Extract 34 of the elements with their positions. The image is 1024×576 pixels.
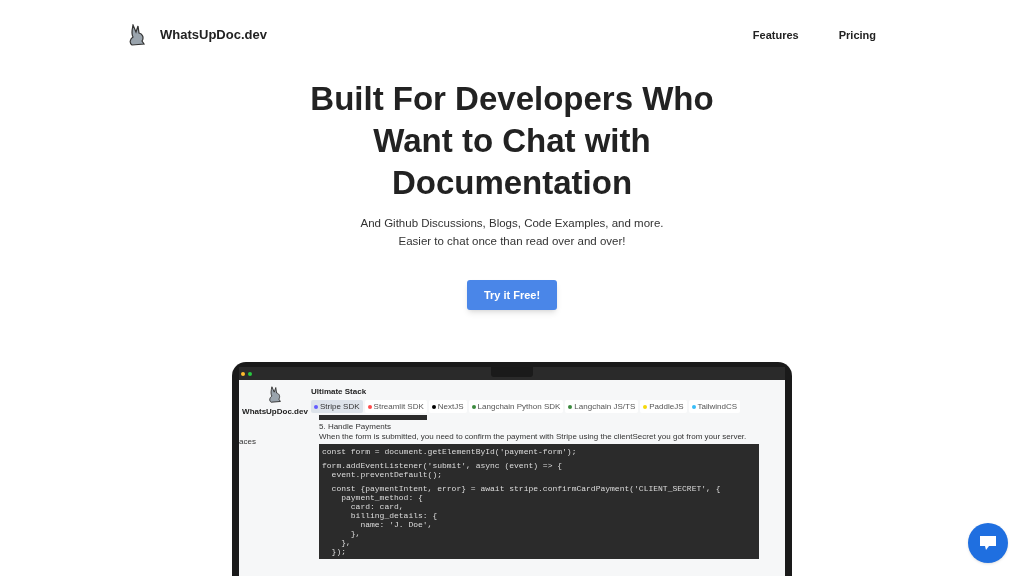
stack-tab[interactable]: Langchain Python SDK xyxy=(468,400,564,413)
rabbit-logo-icon xyxy=(128,24,146,46)
subtitle-line: Easier to chat once than read over and over! xyxy=(398,234,626,249)
code-line: billing_details: { xyxy=(349,511,438,520)
stack-tab[interactable]: Langchain JS/TS xyxy=(565,400,639,413)
stack-tab[interactable]: NextJS xyxy=(428,400,467,413)
code-line: }, xyxy=(340,538,351,547)
code-line: payment_method: { xyxy=(340,493,423,502)
rabbit-logo-icon xyxy=(268,386,282,403)
nav-link[interactable]: Features xyxy=(752,26,799,44)
paragraph: When the form is submitted, you need to confirm the payment with Stripe using the clientSecret you got from your server. xyxy=(319,432,748,442)
try-free-button[interactable]: Try it Free! xyxy=(466,280,558,310)
nav-link[interactable]: Pricing xyxy=(838,26,876,44)
code-line: event.preventDefault(); xyxy=(330,470,443,479)
code-line: const {paymentIntent, error} = await stripe.confirmCardPayment('CLIENT_SECRET', { xyxy=(330,484,721,493)
stack-tab[interactable]: PaddleJS xyxy=(640,400,687,413)
code-line: form.addEventListener('submit', async (event) => { xyxy=(322,461,563,470)
code-line: }, xyxy=(349,529,361,538)
code-line: }); xyxy=(330,547,346,556)
code-line: const form = document.getElementById('payment-form'); xyxy=(322,447,577,456)
code-line: name: 'J. Doe', xyxy=(359,520,433,529)
chat-bubble-icon xyxy=(979,535,997,551)
brand-link[interactable]: WhatsUpDoc.dev xyxy=(160,25,267,45)
section-heading: 5. Handle Payments xyxy=(319,422,393,432)
subtitle-line: And Github Discussions, Blogs, Code Examples, and more. xyxy=(360,216,664,231)
code-line: card: card, xyxy=(349,502,404,511)
sidebar-item[interactable]: aces xyxy=(239,436,256,448)
hero-title: Built For Developers Who Want to Chat with Documentation xyxy=(309,79,715,203)
stack-tab[interactable]: TailwindCS xyxy=(688,400,741,413)
stack-tab[interactable]: Stripe SDK xyxy=(311,400,363,413)
chat-button[interactable] xyxy=(968,523,1008,563)
sidebar-brand: WhatsUpDoc.dev xyxy=(242,406,308,418)
stack-tab[interactable]: Streamlit SDK xyxy=(364,400,427,413)
stack-title: Ultimate Stack xyxy=(311,387,368,397)
